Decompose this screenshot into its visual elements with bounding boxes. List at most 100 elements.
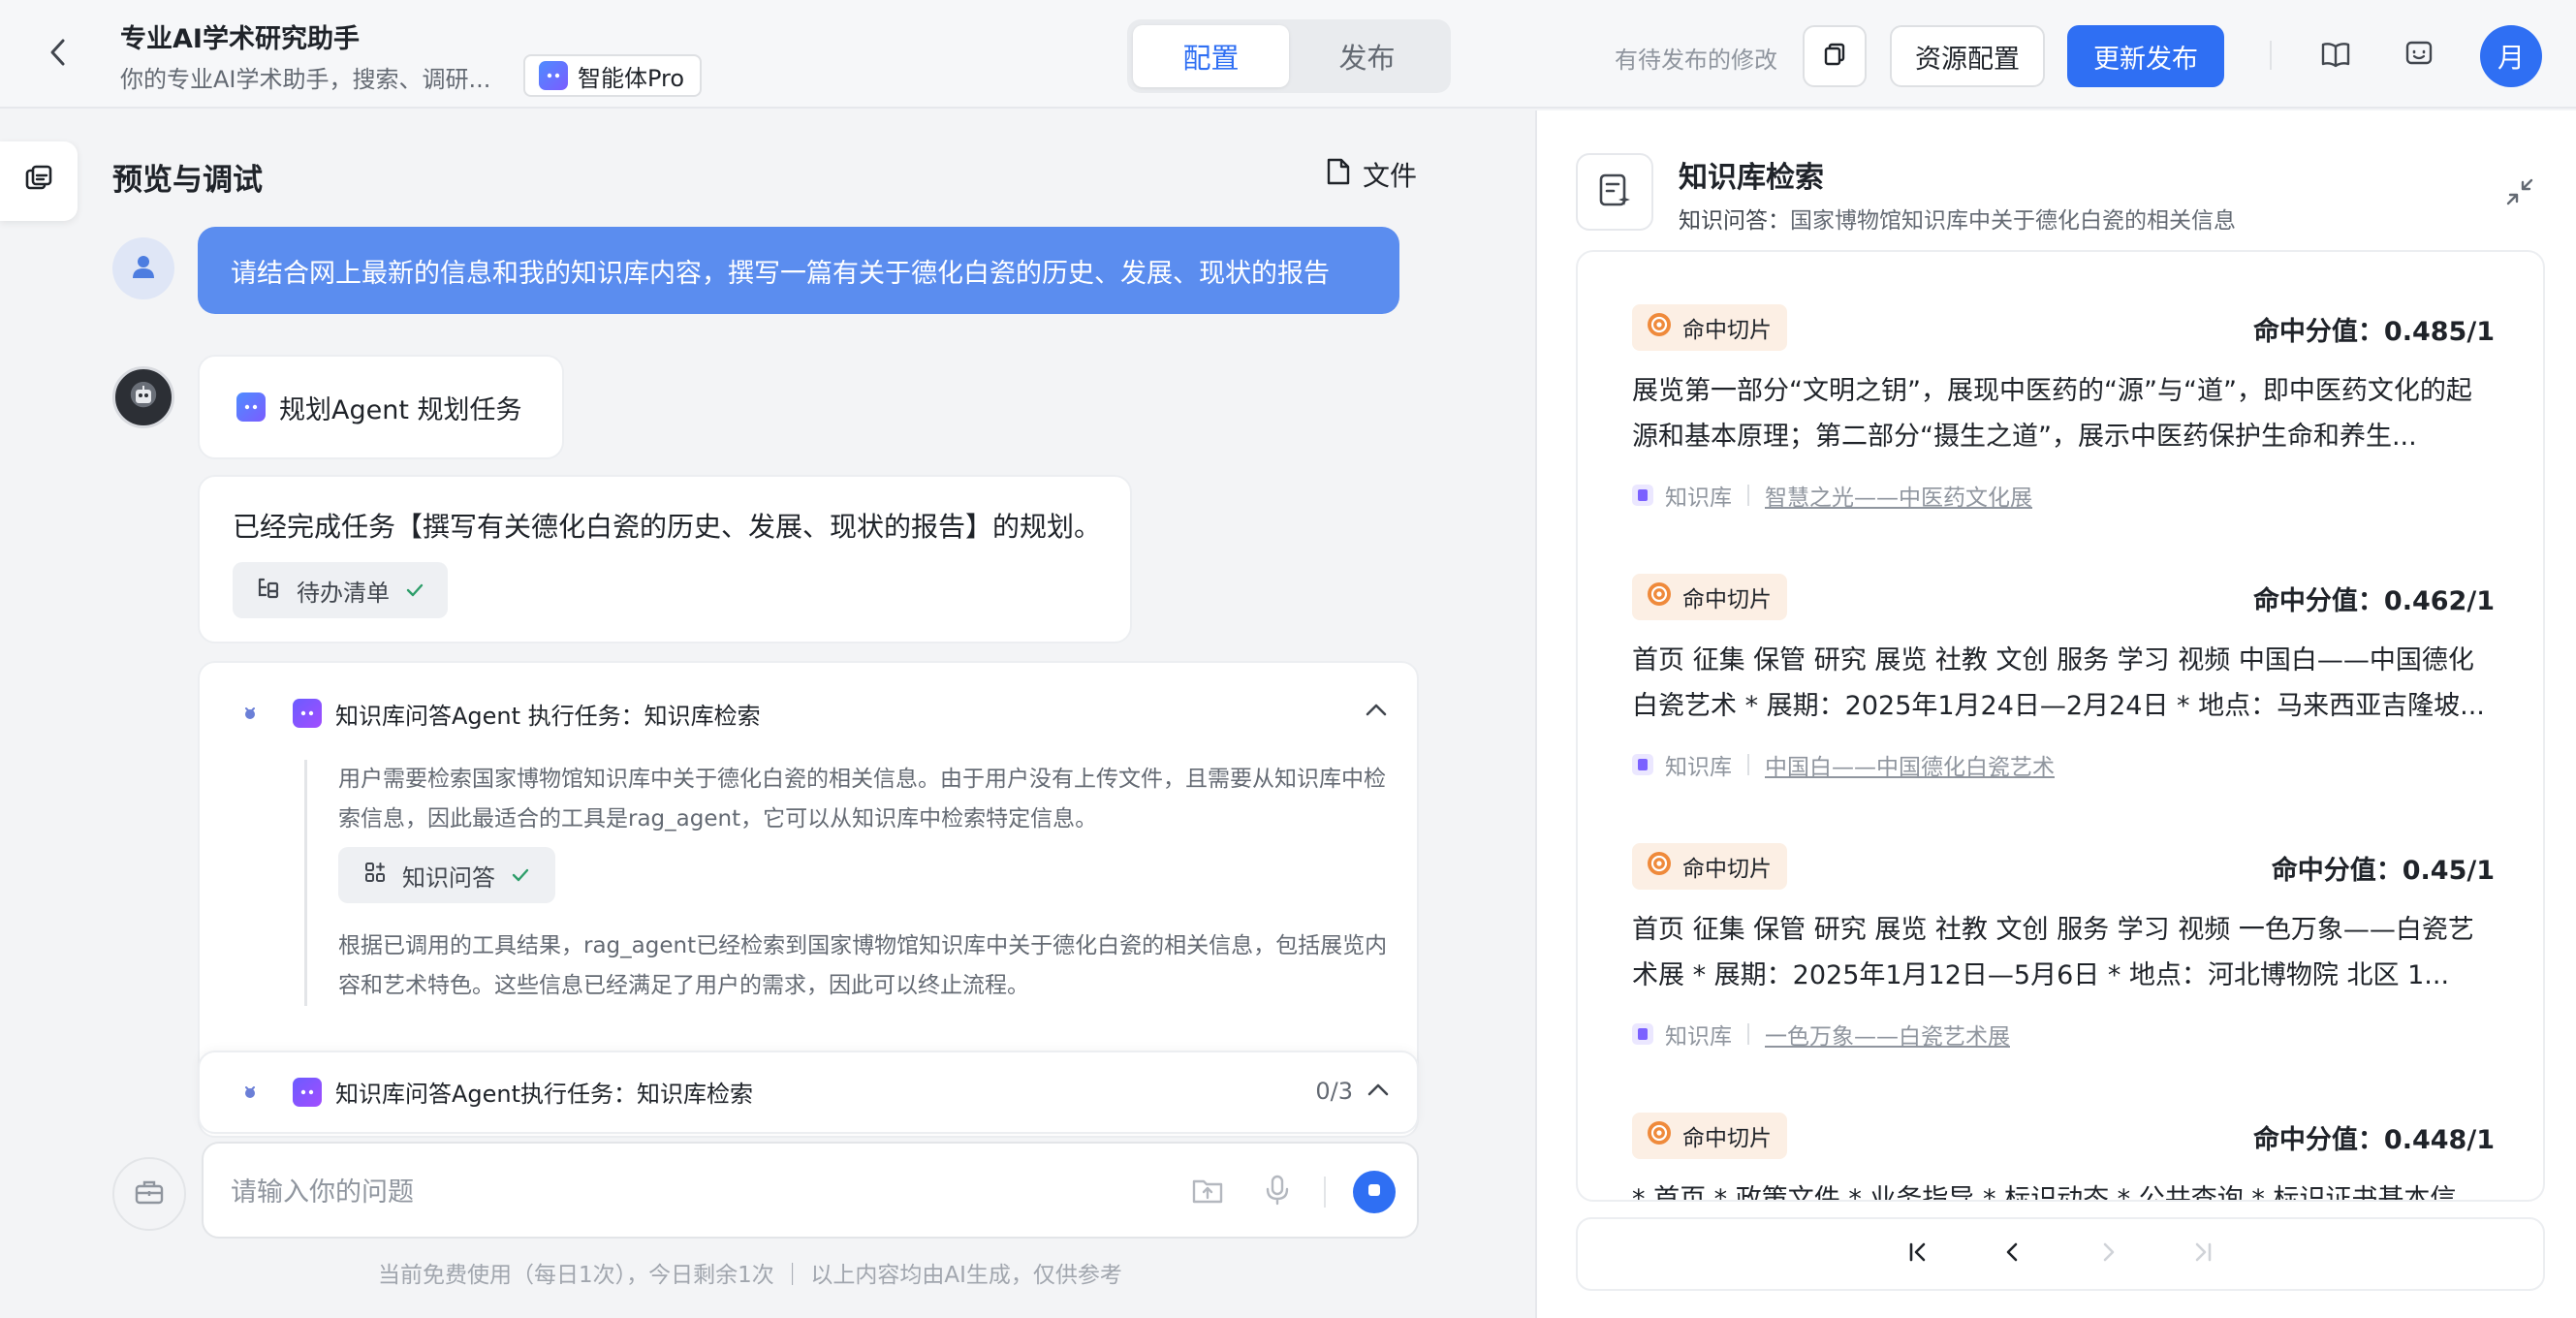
source-divider: [1747, 1023, 1749, 1045]
docs-button[interactable]: [2316, 37, 2355, 76]
source-label: 知识库: [1665, 1024, 1732, 1050]
voice-button[interactable]: [1258, 1173, 1297, 1211]
hit-text: 首页 征集 保管 研究 展览 社教 文创 服务 学习 视频 一色万象——白瓷艺术…: [1632, 915, 2474, 990]
hit-source: 知识库 智慧之光——中医药文化展: [1632, 479, 2032, 512]
collapse-task-button[interactable]: [1365, 702, 1388, 721]
hit-badge: 命中切片: [1632, 1113, 1787, 1159]
robot-icon: [130, 382, 157, 413]
last-page-icon: [2191, 1240, 2215, 1268]
hit-badge-label: 命中切片: [1682, 318, 1772, 343]
grid-plus-icon: [363, 861, 387, 890]
kb-icon: [1632, 1023, 1653, 1045]
doc-sparkle-icon: [1595, 171, 1634, 213]
toolbox-button[interactable]: [112, 1157, 186, 1231]
last-page-button[interactable]: [2183, 1235, 2222, 1273]
hit-text: 展览第一部分“文明之钥”，展现中医药的“源”与“道”，即中医药文化的起源和基本原…: [1632, 376, 2472, 452]
stop-button[interactable]: [1353, 1171, 1396, 1213]
hit-badge-label: 命中切片: [1682, 587, 1772, 612]
hit-score: 命中分值：0.462/1: [2252, 586, 2495, 616]
file-button[interactable]: 文件: [1326, 155, 1417, 194]
source-label: 知识库: [1665, 755, 1732, 780]
kb-panel-subtitle: 知识问答：国家博物馆知识库中关于德化白瓷的相关信息: [1679, 202, 2236, 235]
agent-icon: [236, 392, 266, 422]
target-icon: [1646, 1119, 1673, 1152]
plan-agent-card[interactable]: 规划Agent 规划任务: [198, 355, 564, 459]
task-thinking: 用户需要检索国家博物馆知识库中关于德化白瓷的相关信息。由于用户没有上传文件，且需…: [304, 760, 1399, 1006]
tool-chip-label: 知识问答: [402, 863, 495, 892]
input-divider: [1324, 1177, 1326, 1208]
user-message: 请结合网上最新的信息和我的知识库内容，撰写一篇有关于德化白瓷的历史、发展、现状的…: [198, 227, 1399, 314]
source-link[interactable]: 中国白——中国德化白瓷艺术: [1765, 748, 2055, 781]
source-link[interactable]: 智慧之光——中医药文化展: [1765, 479, 2032, 512]
kb-subtitle-value: 国家博物馆知识库中关于德化白瓷的相关信息: [1790, 208, 2236, 234]
source-link[interactable]: 一色万象——白瓷艺术展: [1765, 1018, 2010, 1051]
first-page-button[interactable]: [1899, 1235, 1937, 1273]
source-divider: [1747, 485, 1749, 506]
bug-icon: [238, 1081, 262, 1104]
pending-changes-text: 有待发布的修改: [1615, 47, 1777, 74]
chevron-right-icon: [2096, 1240, 2120, 1268]
sidebar-toggle[interactable]: [0, 141, 78, 221]
agent-icon: [539, 61, 568, 90]
file-label: 文件: [1363, 160, 1418, 192]
progress-count: 0/3: [1315, 1078, 1353, 1105]
source-label: 知识库: [1665, 486, 1732, 511]
tab-config[interactable]: 配置: [1133, 25, 1289, 87]
user-message-avatar: [112, 237, 174, 299]
user-avatar[interactable]: 月: [2480, 25, 2542, 87]
copy-button[interactable]: [1803, 25, 1867, 87]
task-title: 知识库问答Agent 执行任务：知识库检索: [335, 702, 761, 730]
model-label: 智能体Pro: [578, 64, 685, 92]
user-icon: [129, 252, 158, 285]
usage-note: 当前免费使用（每日1次），今日剩余1次 ｜ 以上内容均由AI生成，仅供参考: [378, 1263, 1122, 1288]
task-header[interactable]: 知识库问答Agent 执行任务：知识库检索: [238, 694, 1388, 733]
todo-list-button[interactable]: 待办清单: [233, 562, 448, 618]
kb-icon: [1632, 485, 1653, 506]
feedback-button[interactable]: [2400, 37, 2438, 76]
update-publish-button[interactable]: 更新发布: [2067, 25, 2224, 87]
knowledge-qa-tool-chip[interactable]: 知识问答: [338, 847, 555, 903]
first-page-icon: [1906, 1240, 1930, 1268]
target-icon: [1646, 581, 1673, 613]
hit-score: 命中分值：0.45/1: [2271, 856, 2495, 886]
prev-page-button[interactable]: [1994, 1235, 2032, 1273]
top-header: 专业AI学术研究助手 你的专业AI学术助手，搜索、调研... 智能体Pro 配置…: [0, 0, 2576, 109]
bot-avatar: [112, 366, 174, 428]
hit-badge: 命中切片: [1632, 843, 1787, 890]
app-subtitle: 你的专业AI学术助手，搜索、调研...: [120, 66, 491, 93]
back-button[interactable]: [39, 35, 78, 74]
hit-source: 知识库 中国白——中国德化白瓷艺术: [1632, 748, 2055, 781]
collapse-panel-button[interactable]: [2500, 174, 2539, 213]
target-icon: [1646, 850, 1673, 883]
hit-text: 首页 征集 保管 研究 展览 社教 文创 服务 学习 视频 中国白——中国德化白…: [1632, 645, 2485, 721]
mode-tabs: 配置 发布: [1127, 19, 1451, 93]
pagination: [1576, 1217, 2545, 1291]
check-icon: [511, 862, 530, 889]
checklist-icon: [256, 575, 281, 606]
tab-publish[interactable]: 发布: [1289, 25, 1445, 87]
layers-icon: [23, 164, 54, 199]
task-progress-bar[interactable]: 知识库问答Agent执行任务：知识库检索 0/3: [198, 1051, 1419, 1134]
plan-agent-label: 规划Agent 规划任务: [279, 394, 522, 425]
check-icon: [405, 577, 424, 604]
expand-progress-button[interactable]: [1367, 1082, 1390, 1101]
preview-title: 预览与调试: [112, 163, 263, 198]
next-page-button[interactable]: [2089, 1235, 2127, 1273]
resource-config-button[interactable]: 资源配置: [1890, 25, 2045, 87]
chevron-left-icon: [47, 38, 69, 71]
target-icon: [1646, 311, 1673, 344]
task-reasoning-1: 用户需要检索国家博物馆知识库中关于德化白瓷的相关信息。由于用户没有上传文件，且需…: [338, 767, 1386, 832]
app-title: 专业AI学术研究助手: [120, 24, 360, 54]
hit-badge: 命中切片: [1632, 574, 1787, 620]
todo-label: 待办清单: [297, 579, 390, 607]
upload-button[interactable]: [1188, 1173, 1227, 1211]
hit-text: * 首页 * 政策文件 * 业务指导 * 标识动态 * 公共查询 * 标识证书基…: [1632, 1184, 2457, 1202]
progress-header: 知识库问答Agent执行任务：知识库检索: [238, 1075, 753, 1109]
chevron-left-icon: [2001, 1240, 2025, 1268]
plan-done-text: 已经完成任务【撰写有关德化白瓷的历史、发展、现状的报告】的规划。: [233, 511, 1102, 543]
task-reasoning-2: 根据已调用的工具结果，rag_agent已经检索到国家博物馆知识库中关于德化白瓷…: [338, 933, 1388, 998]
folder-upload-icon: [1191, 1176, 1224, 1208]
chat-input[interactable]: [231, 1167, 1025, 1217]
model-badge[interactable]: 智能体Pro: [523, 54, 703, 97]
header-divider: [2270, 41, 2272, 70]
